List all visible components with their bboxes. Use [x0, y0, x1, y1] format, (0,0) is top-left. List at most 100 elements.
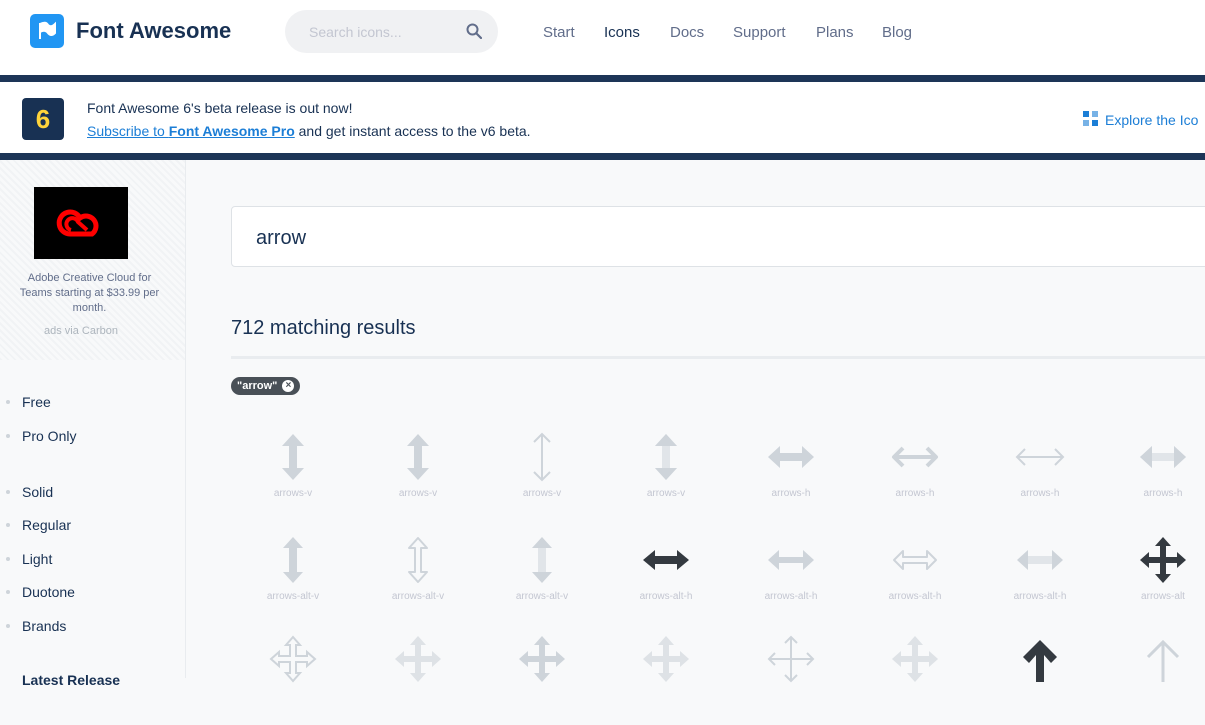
filter-solid[interactable]: Solid	[6, 484, 53, 500]
results-divider	[231, 356, 1205, 359]
bullet-icon	[6, 523, 10, 527]
explore-icons-link[interactable]: Explore the Ico	[1083, 111, 1198, 129]
arrows-v-icon	[655, 434, 677, 480]
bullet-icon	[6, 400, 10, 404]
filter-pro-only[interactable]: Pro Only	[6, 428, 76, 444]
results-count: 712 matching results	[231, 317, 416, 339]
arrows-alt-duotone-icon	[892, 636, 938, 682]
search-filter-chip[interactable]: "arrow" ×	[231, 377, 301, 395]
nav-start[interactable]: Start	[543, 24, 575, 41]
arrows-v-icon	[282, 434, 304, 480]
arrows-alt-v-icon	[532, 537, 552, 583]
sidebar: Adobe Creative Cloud for Teams starting …	[0, 160, 186, 688]
search-input[interactable]: Search icons...	[285, 10, 498, 53]
arrows-alt-duotone-icon	[395, 636, 441, 682]
latest-release-heading: Latest Release	[22, 672, 121, 688]
bullet-icon	[6, 557, 10, 561]
remove-chip-icon[interactable]: ×	[282, 380, 295, 392]
arrows-v-icon	[533, 432, 551, 482]
top-navbar: Font Awesome Search icons... Start Icons…	[0, 0, 1205, 75]
icon-name: arrows-alt	[1141, 591, 1185, 602]
bullet-icon	[6, 490, 10, 494]
arrows-alt-v-icon	[408, 537, 428, 583]
icon-name: arrows-v	[398, 488, 438, 499]
icon-result[interactable]: arrows-alt	[1103, 531, 1205, 626]
icon-search-value[interactable]: arrow	[256, 227, 306, 250]
icon-result[interactable]: arrows-v	[233, 428, 353, 523]
nav-plans[interactable]: Plans	[816, 24, 854, 41]
nav-docs[interactable]: Docs	[670, 24, 704, 41]
bullet-icon	[6, 434, 10, 438]
icon-name: arrows-h	[1143, 488, 1183, 499]
arrows-v-icon	[407, 434, 429, 480]
icon-result[interactable]: arrows-h	[855, 428, 975, 523]
arrow-up-icon	[1023, 640, 1057, 682]
filter-regular[interactable]: Regular	[6, 517, 71, 533]
ad-via[interactable]: ads via Carbon	[0, 325, 162, 337]
icon-result[interactable]: arrows-v	[358, 428, 478, 523]
icon-name: arrows-alt-v	[391, 591, 445, 602]
ad-image[interactable]	[34, 187, 128, 259]
arrows-h-icon	[1015, 448, 1065, 466]
icon-name: arrows-v	[273, 488, 313, 499]
icon-name: arrows-alt-v	[515, 591, 569, 602]
chip-label: "arrow"	[237, 380, 278, 392]
search-placeholder: Search icons...	[309, 24, 402, 40]
ad-text[interactable]: Adobe Creative Cloud for Teams starting …	[17, 271, 162, 316]
bullet-icon	[6, 590, 10, 594]
arrows-light-icon	[767, 635, 815, 683]
icon-name: arrows-h	[771, 488, 811, 499]
icon-name: arrows-alt-h	[888, 591, 942, 602]
brand-logo[interactable]: Font Awesome	[30, 14, 231, 48]
icon-result[interactable]: arrows-h	[1103, 428, 1205, 523]
icon-name: arrows-h	[1020, 488, 1060, 499]
icon-result[interactable]: arrows-h	[980, 428, 1100, 523]
nav-blog[interactable]: Blog	[882, 24, 912, 41]
icon-result[interactable]: arrows-alt-h	[855, 531, 975, 626]
search-icon[interactable]	[466, 23, 483, 44]
announcement-banner: 6 Font Awesome 6's beta release is out n…	[0, 82, 1205, 153]
icon-result[interactable]: arrows-v	[606, 428, 726, 523]
flag-icon	[30, 14, 64, 48]
arrows-alt-h-icon	[768, 550, 814, 570]
arrows-h-icon	[1140, 446, 1186, 468]
icons-grid-icon	[1083, 111, 1098, 129]
carbon-ad[interactable]: Adobe Creative Cloud for Teams starting …	[0, 160, 185, 360]
icon-result[interactable]: arrows-alt-h	[606, 531, 726, 626]
icon-name: arrows-alt-h	[764, 591, 818, 602]
icon-result[interactable]: arrows-h	[731, 428, 851, 523]
icon-result[interactable]: arrows-alt-v	[482, 531, 602, 626]
arrows-alt-h-icon	[893, 550, 937, 570]
banner-subtext: Subscribe to Font Awesome Pro and get in…	[87, 123, 531, 139]
subscribe-link[interactable]: Subscribe to Font Awesome Pro	[87, 123, 295, 139]
icon-search-field[interactable]: arrow	[231, 206, 1205, 267]
version-badge: 6	[22, 98, 64, 140]
creative-cloud-icon	[56, 209, 99, 237]
icon-result[interactable]: arrows-alt-v	[233, 531, 353, 626]
brand-name: Font Awesome	[76, 18, 232, 43]
arrows-h-icon	[768, 446, 814, 468]
icon-result[interactable]: arrows-alt-h	[731, 531, 851, 626]
icon-name: arrows-v	[522, 488, 562, 499]
filter-brands[interactable]: Brands	[6, 618, 66, 634]
arrows-alt-icon	[643, 636, 689, 682]
explore-label: Explore the Ico	[1105, 112, 1199, 128]
filter-free[interactable]: Free	[6, 394, 51, 410]
filter-duotone[interactable]: Duotone	[6, 584, 75, 600]
nav-support[interactable]: Support	[733, 24, 786, 41]
arrows-alt-icon	[1140, 537, 1186, 583]
icon-result[interactable]: arrows-alt-h	[980, 531, 1100, 626]
icon-name: arrows-v	[646, 488, 686, 499]
arrow-up-light-icon	[1146, 639, 1180, 682]
banner-headline: Font Awesome 6's beta release is out now…	[87, 100, 353, 116]
icon-name: arrows-alt-h	[639, 591, 693, 602]
icon-name: arrows-h	[895, 488, 935, 499]
arrows-alt-icon	[519, 636, 565, 682]
divider-bar-2	[0, 153, 1205, 160]
icon-result[interactable]: arrows-v	[482, 428, 602, 523]
arrows-h-icon	[892, 446, 938, 468]
bullet-icon	[6, 624, 10, 628]
nav-icons[interactable]: Icons	[604, 24, 640, 41]
filter-light[interactable]: Light	[6, 551, 52, 567]
icon-result[interactable]: arrows-alt-v	[358, 531, 478, 626]
